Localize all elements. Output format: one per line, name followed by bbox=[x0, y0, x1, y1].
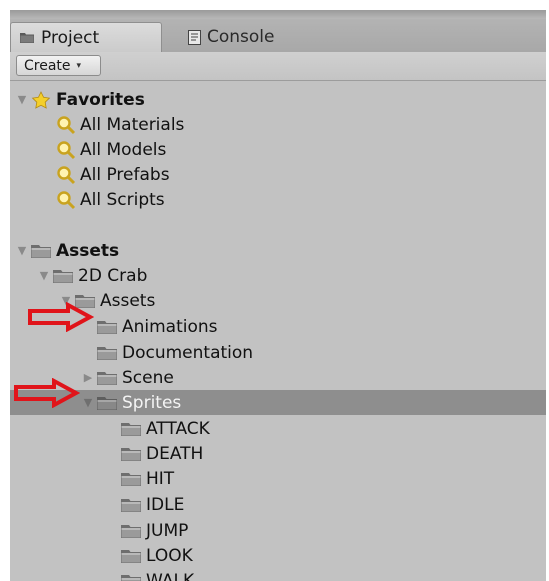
folder-icon bbox=[120, 523, 142, 539]
search-icon bbox=[56, 165, 76, 185]
tree-item-label: ATTACK bbox=[146, 418, 210, 439]
tree-item-death[interactable]: DEATH bbox=[10, 441, 546, 466]
project-panel: Project Console Create ▾ ▼ Favorites All… bbox=[10, 10, 546, 581]
tree-item-label: Animations bbox=[122, 316, 218, 337]
console-icon bbox=[188, 29, 201, 45]
search-icon bbox=[56, 140, 76, 160]
expand-triangle-icon[interactable]: ▼ bbox=[36, 269, 52, 282]
tree-item-all-models[interactable]: All Models bbox=[10, 137, 546, 162]
tree-item-label: IDLE bbox=[146, 494, 185, 515]
tree-item-attack[interactable]: ATTACK bbox=[10, 416, 546, 441]
window-top-edge bbox=[10, 10, 546, 19]
folder-icon bbox=[96, 395, 118, 411]
tree-item-label: All Models bbox=[80, 139, 167, 160]
folder-icon bbox=[120, 421, 142, 437]
tree-item-label: All Prefabs bbox=[80, 164, 170, 185]
tree-item-scene[interactable]: ▶ Scene bbox=[10, 365, 546, 390]
tree-item-label: DEATH bbox=[146, 443, 204, 464]
tab-console[interactable]: Console bbox=[180, 22, 320, 52]
tree-item-label: 2D Crab bbox=[78, 265, 148, 286]
tree-item-label: Sprites bbox=[122, 392, 182, 413]
folder-icon bbox=[96, 370, 118, 386]
annotation-arrow-icon bbox=[28, 302, 94, 332]
tree-item-idle[interactable]: IDLE bbox=[10, 492, 546, 517]
tree-item-walk[interactable]: WALK bbox=[10, 568, 546, 581]
folder-icon bbox=[120, 471, 142, 487]
tree-item-all-materials[interactable]: All Materials bbox=[10, 112, 546, 137]
tree-item-label: Scene bbox=[122, 367, 174, 388]
tree-item-label: All Scripts bbox=[80, 189, 165, 210]
folder-icon bbox=[19, 31, 35, 44]
tree-item-assets[interactable]: ▼ Assets bbox=[10, 238, 546, 263]
search-icon bbox=[56, 115, 76, 135]
create-label: Create bbox=[24, 57, 71, 74]
expand-triangle-icon[interactable]: ▼ bbox=[14, 244, 30, 257]
folder-icon bbox=[120, 548, 142, 564]
tree-item-2d-crab[interactable]: ▼ 2D Crab bbox=[10, 263, 546, 288]
tree-item-label: Documentation bbox=[122, 342, 254, 363]
folder-icon bbox=[96, 345, 118, 361]
tree-item-label: WALK bbox=[146, 570, 195, 581]
tab-project[interactable]: Project bbox=[10, 22, 162, 52]
tab-project-label: Project bbox=[41, 27, 100, 48]
tree-item-favorites[interactable]: ▼ Favorites bbox=[10, 87, 546, 112]
expand-triangle-icon[interactable]: ▼ bbox=[80, 396, 96, 409]
tree-item-sprites[interactable]: ▼ Sprites bbox=[10, 390, 546, 415]
tree-item-label: HIT bbox=[146, 468, 175, 489]
tree-item-look[interactable]: LOOK bbox=[10, 543, 546, 568]
star-folder-icon bbox=[30, 90, 52, 109]
folder-icon bbox=[120, 497, 142, 513]
tree-item-label: JUMP bbox=[146, 520, 189, 541]
tree-item-all-prefabs[interactable]: All Prefabs bbox=[10, 162, 546, 187]
tree-item-label: Assets bbox=[56, 240, 120, 261]
tab-bar: Project Console bbox=[10, 19, 546, 53]
chevron-down-icon: ▾ bbox=[76, 60, 82, 71]
tree-item-label: Favorites bbox=[56, 89, 145, 110]
tree-item-documentation[interactable]: Documentation bbox=[10, 340, 546, 365]
tree-item-jump[interactable]: JUMP bbox=[10, 518, 546, 543]
create-dropdown-button[interactable]: Create ▾ bbox=[16, 55, 101, 76]
project-toolbar: Create ▾ bbox=[10, 52, 546, 81]
folder-icon bbox=[96, 319, 118, 335]
folder-icon bbox=[120, 446, 142, 462]
tree-item-hit[interactable]: HIT bbox=[10, 466, 546, 491]
annotation-arrow-icon bbox=[14, 378, 80, 408]
tree-item-label: Assets bbox=[100, 290, 156, 311]
tree-item-label: LOOK bbox=[146, 545, 193, 566]
expand-triangle-icon[interactable]: ▼ bbox=[14, 93, 30, 106]
collapse-triangle-icon[interactable]: ▶ bbox=[80, 371, 96, 384]
tree-item-label: All Materials bbox=[80, 114, 185, 135]
tree-item-all-scripts[interactable]: All Scripts bbox=[10, 187, 546, 212]
folder-icon bbox=[52, 268, 74, 284]
tab-console-label: Console bbox=[207, 27, 275, 47]
folder-icon bbox=[120, 573, 142, 581]
folder-icon bbox=[30, 243, 52, 259]
search-icon bbox=[56, 190, 76, 210]
